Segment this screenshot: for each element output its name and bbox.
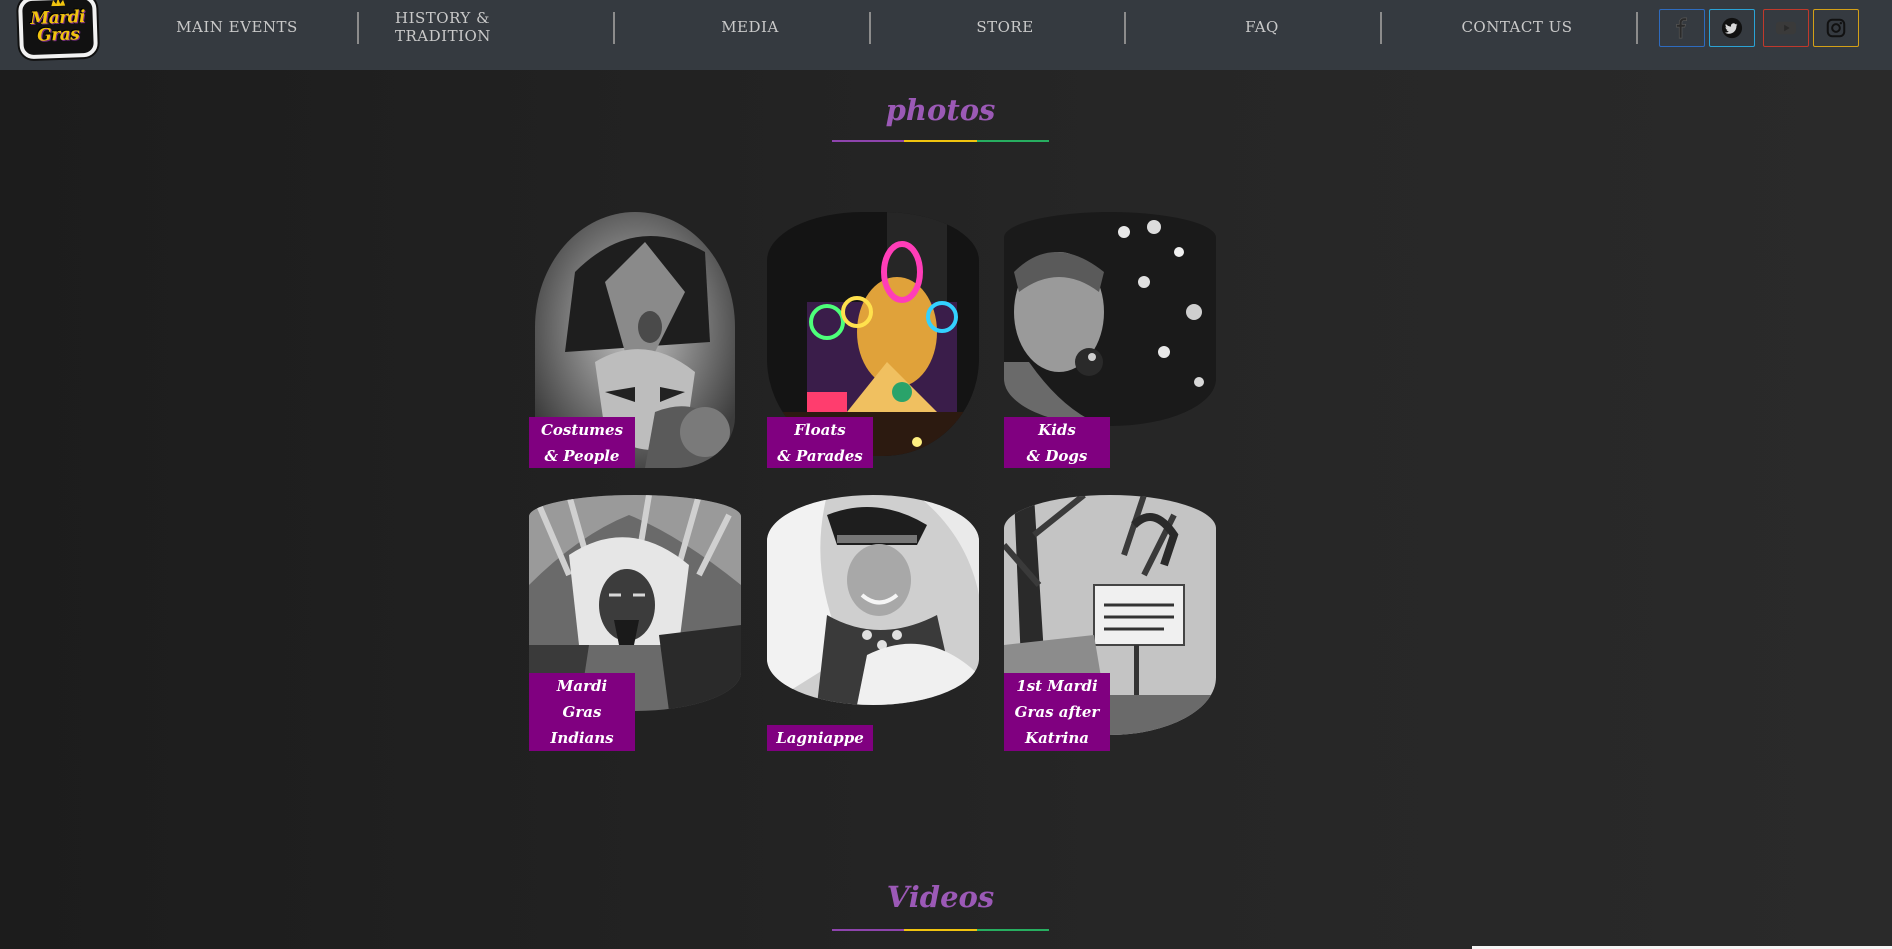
caption-line: Mardi — [556, 677, 608, 695]
logo-text-line2: Gras — [36, 24, 80, 46]
gallery-caption: 1st Mardi Gras after Katrina — [1004, 673, 1110, 751]
facebook-link[interactable] — [1659, 9, 1705, 47]
nav-divider — [1380, 12, 1382, 44]
gallery-caption: Lagniappe — [767, 725, 873, 751]
videos-heading: Videos — [886, 880, 995, 914]
caption-line: Kids — [1038, 420, 1076, 439]
kid-photo — [1004, 212, 1216, 426]
gallery-tile-floats-parades[interactable]: Floats & Parades — [767, 212, 979, 468]
nav-divider — [357, 12, 359, 44]
nav-divider — [1124, 12, 1126, 44]
caption-line: 1st Mardi — [1016, 677, 1098, 695]
top-navbar: Mardi Gras MAIN EVENTS HISTORY & TRADITI… — [0, 0, 1892, 70]
caption-line: & Dogs — [1026, 446, 1088, 465]
caption-line: Lagniappe — [776, 729, 864, 747]
nav-history-tradition[interactable]: HISTORY & TRADITION — [395, 9, 590, 45]
caption-line: & People — [544, 446, 620, 465]
youtube-link[interactable] — [1763, 9, 1809, 47]
caption-line: & Parades — [777, 446, 863, 465]
gallery-tile-mardi-gras-indians[interactable]: Mardi Gras Indians — [529, 495, 741, 751]
gallery-caption: Mardi Gras Indians — [529, 673, 635, 751]
twitter-icon — [1721, 17, 1743, 39]
nav-divider — [613, 12, 615, 44]
caption-line: Floats — [794, 420, 846, 439]
gallery-caption: Costumes & People — [529, 417, 635, 468]
gallery-caption: Kids & Dogs — [1004, 417, 1110, 468]
nav-contact-us[interactable]: CONTACT US — [1446, 14, 1588, 40]
heading-underline — [832, 140, 1049, 142]
twitter-link[interactable] — [1709, 9, 1755, 47]
caption-line: Costumes — [540, 420, 624, 439]
facebook-icon — [1676, 17, 1687, 39]
caption-line: Indians — [550, 729, 614, 747]
gallery-tile-kids-dogs[interactable]: Kids & Dogs — [1004, 212, 1216, 468]
mardi-gras-logo[interactable]: Mardi Gras — [17, 0, 99, 60]
nav-divider — [1636, 12, 1638, 44]
nav-store[interactable]: STORE — [955, 14, 1055, 40]
instagram-link[interactable] — [1813, 9, 1859, 47]
instagram-icon — [1826, 18, 1846, 38]
nav-faq[interactable]: FAQ — [1212, 14, 1312, 40]
caption-line: Gras — [562, 703, 602, 721]
caption-line: Gras after — [1014, 703, 1100, 721]
caption-line: Katrina — [1025, 729, 1089, 747]
nav-main-events[interactable]: MAIN EVENTS — [162, 14, 312, 40]
nav-divider — [869, 12, 871, 44]
gallery-tile-lagniappe[interactable]: Lagniappe — [767, 495, 979, 751]
crown-icon — [51, 0, 66, 7]
youtube-icon — [1775, 21, 1797, 35]
gallery-tile-first-mardi-gras-after-katrina[interactable]: 1st Mardi Gras after Katrina — [1004, 495, 1216, 751]
gallery-caption: Floats & Parades — [767, 417, 873, 468]
lagniappe-photo — [767, 495, 979, 705]
nav-media[interactable]: MEDIA — [700, 14, 800, 40]
heading-underline — [832, 929, 1049, 931]
photos-heading: photos — [885, 93, 996, 127]
gallery-tile-costumes-people[interactable]: Costumes & People — [529, 212, 741, 468]
